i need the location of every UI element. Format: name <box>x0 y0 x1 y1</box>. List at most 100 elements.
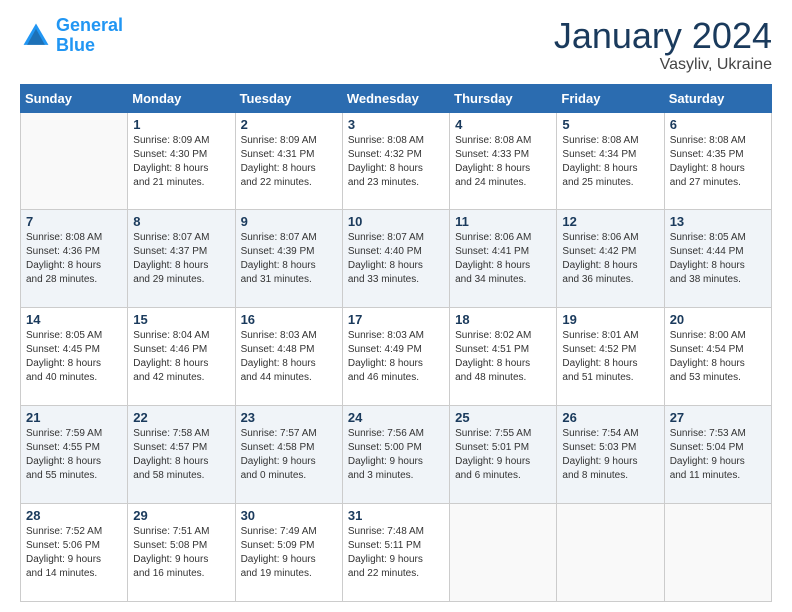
main-title: January 2024 <box>554 16 772 56</box>
calendar-cell: 22Sunrise: 7:58 AM Sunset: 4:57 PM Dayli… <box>128 406 235 504</box>
calendar-cell: 20 Sunrise: 8:00 AM Sunset: 4:54 PM Dayli… <box>664 308 771 406</box>
logo-text: General Blue <box>56 16 123 56</box>
day-number: 7 <box>26 214 122 229</box>
subtitle: Vasyliv, Ukraine <box>554 56 772 74</box>
day-info: Sunrise: 8:02 AM Sunset: 4:51 PM Dayligh… <box>455 329 551 385</box>
logo-icon <box>20 20 52 52</box>
day-info: Sunrise: 7:51 AM Sunset: 5:08 PM Dayligh… <box>133 525 229 581</box>
day-info: Sunrise: 8:08 AM Sunset: 4:34 PM Dayligh… <box>562 134 658 190</box>
col-tuesday: Tuesday <box>235 84 342 112</box>
day-info: Sunrise: 7:59 AM Sunset: 4:55 PM Dayligh… <box>26 427 122 483</box>
col-saturday: Saturday <box>664 84 771 112</box>
calendar-cell: 4Sunrise: 8:08 AM Sunset: 4:33 PM Daylig… <box>450 112 557 210</box>
day-number: 1 <box>133 117 229 132</box>
calendar-cell: 2 Sunrise: 8:09 AM Sunset: 4:31 PM Daylig… <box>235 112 342 210</box>
calendar-cell: 31 Sunrise: 7:48 AM Sunset: 5:11 PM Dayli… <box>342 504 449 602</box>
calendar-cell <box>21 112 128 210</box>
day-number: 18 <box>455 312 551 327</box>
calendar-cell: 11 Sunrise: 8:06 AM Sunset: 4:41 PM Dayli… <box>450 210 557 308</box>
day-number: 11 <box>455 214 551 229</box>
calendar-cell: 25 Sunrise: 7:55 AM Sunset: 5:01 PM Dayli… <box>450 406 557 504</box>
day-number: 19 <box>562 312 658 327</box>
day-info: Sunrise: 7:57 AM Sunset: 4:58 PM Dayligh… <box>241 427 337 483</box>
day-info: Sunrise: 8:07 AM Sunset: 4:37 PM Dayligh… <box>133 231 229 287</box>
day-number: 31 <box>348 508 444 523</box>
col-sunday: Sunday <box>21 84 128 112</box>
col-wednesday: Wednesday <box>342 84 449 112</box>
day-number: 25 <box>455 410 551 425</box>
day-info: Sunrise: 8:04 AM Sunset: 4:46 PM Dayligh… <box>133 329 229 385</box>
logo: General Blue <box>20 16 123 56</box>
calendar-cell <box>557 504 664 602</box>
day-info: Sunrise: 8:07 AM Sunset: 4:40 PM Dayligh… <box>348 231 444 287</box>
week-row-3: 14 Sunrise: 8:05 AM Sunset: 4:45 PM Dayli… <box>21 308 772 406</box>
day-number: 23 <box>241 410 337 425</box>
calendar-cell: 6Sunrise: 8:08 AM Sunset: 4:35 PM Daylig… <box>664 112 771 210</box>
day-info: Sunrise: 8:05 AM Sunset: 4:45 PM Dayligh… <box>26 329 122 385</box>
day-number: 22 <box>133 410 229 425</box>
day-number: 2 <box>241 117 337 132</box>
col-friday: Friday <box>557 84 664 112</box>
day-info: Sunrise: 7:49 AM Sunset: 5:09 PM Dayligh… <box>241 525 337 581</box>
day-info: Sunrise: 7:48 AM Sunset: 5:11 PM Dayligh… <box>348 525 444 581</box>
day-number: 5 <box>562 117 658 132</box>
calendar-cell: 3 Sunrise: 8:08 AM Sunset: 4:32 PM Daylig… <box>342 112 449 210</box>
day-number: 3 <box>348 117 444 132</box>
day-info: Sunrise: 8:00 AM Sunset: 4:54 PM Dayligh… <box>670 329 766 385</box>
day-info: Sunrise: 8:08 AM Sunset: 4:36 PM Dayligh… <box>26 231 122 287</box>
day-info: Sunrise: 8:06 AM Sunset: 4:41 PM Dayligh… <box>455 231 551 287</box>
logo-line2: Blue <box>56 35 95 55</box>
calendar-cell: 29 Sunrise: 7:51 AM Sunset: 5:08 PM Dayli… <box>128 504 235 602</box>
week-row-2: 7 Sunrise: 8:08 AM Sunset: 4:36 PM Daylig… <box>21 210 772 308</box>
week-row-1: 1 Sunrise: 8:09 AM Sunset: 4:30 PM Daylig… <box>21 112 772 210</box>
title-block: January 2024 Vasyliv, Ukraine <box>554 16 772 74</box>
day-info: Sunrise: 8:09 AM Sunset: 4:30 PM Dayligh… <box>133 134 229 190</box>
day-info: Sunrise: 8:05 AM Sunset: 4:44 PM Dayligh… <box>670 231 766 287</box>
day-info: Sunrise: 7:53 AM Sunset: 5:04 PM Dayligh… <box>670 427 766 483</box>
day-info: Sunrise: 7:52 AM Sunset: 5:06 PM Dayligh… <box>26 525 122 581</box>
day-info: Sunrise: 8:08 AM Sunset: 4:35 PM Dayligh… <box>670 134 766 190</box>
day-info: Sunrise: 8:01 AM Sunset: 4:52 PM Dayligh… <box>562 329 658 385</box>
day-number: 28 <box>26 508 122 523</box>
calendar-cell: 5 Sunrise: 8:08 AM Sunset: 4:34 PM Daylig… <box>557 112 664 210</box>
calendar-cell: 12 Sunrise: 8:06 AM Sunset: 4:42 PM Dayli… <box>557 210 664 308</box>
day-number: 29 <box>133 508 229 523</box>
day-number: 13 <box>670 214 766 229</box>
day-info: Sunrise: 8:08 AM Sunset: 4:32 PM Dayligh… <box>348 134 444 190</box>
day-number: 26 <box>562 410 658 425</box>
calendar-header: Sunday Monday Tuesday Wednesday Thursday… <box>21 84 772 112</box>
calendar-cell: 8 Sunrise: 8:07 AM Sunset: 4:37 PM Daylig… <box>128 210 235 308</box>
day-number: 14 <box>26 312 122 327</box>
page: General Blue January 2024 Vasyliv, Ukrai… <box>0 0 792 612</box>
calendar-cell: 30 Sunrise: 7:49 AM Sunset: 5:09 PM Dayli… <box>235 504 342 602</box>
calendar-cell: 13 Sunrise: 8:05 AM Sunset: 4:44 PM Dayli… <box>664 210 771 308</box>
day-number: 27 <box>670 410 766 425</box>
day-number: 16 <box>241 312 337 327</box>
day-number: 15 <box>133 312 229 327</box>
day-number: 30 <box>241 508 337 523</box>
calendar-cell: 15 Sunrise: 8:04 AM Sunset: 4:46 PM Dayli… <box>128 308 235 406</box>
calendar-cell: 21 Sunrise: 7:59 AM Sunset: 4:55 PM Dayli… <box>21 406 128 504</box>
day-number: 9 <box>241 214 337 229</box>
calendar-cell: 27 Sunrise: 7:53 AM Sunset: 5:04 PM Dayli… <box>664 406 771 504</box>
calendar-cell <box>450 504 557 602</box>
day-number: 21 <box>26 410 122 425</box>
day-info: Sunrise: 8:03 AM Sunset: 4:49 PM Dayligh… <box>348 329 444 385</box>
day-info: Sunrise: 8:06 AM Sunset: 4:42 PM Dayligh… <box>562 231 658 287</box>
day-info: Sunrise: 7:54 AM Sunset: 5:03 PM Dayligh… <box>562 427 658 483</box>
day-number: 8 <box>133 214 229 229</box>
header-row: Sunday Monday Tuesday Wednesday Thursday… <box>21 84 772 112</box>
week-row-5: 28 Sunrise: 7:52 AM Sunset: 5:06 PM Dayli… <box>21 504 772 602</box>
calendar-cell: 14 Sunrise: 8:05 AM Sunset: 4:45 PM Dayli… <box>21 308 128 406</box>
day-info: Sunrise: 8:09 AM Sunset: 4:31 PM Dayligh… <box>241 134 337 190</box>
calendar-cell <box>664 504 771 602</box>
calendar-cell: 19 Sunrise: 8:01 AM Sunset: 4:52 PM Dayli… <box>557 308 664 406</box>
day-number: 20 <box>670 312 766 327</box>
col-thursday: Thursday <box>450 84 557 112</box>
calendar-cell: 24Sunrise: 7:56 AM Sunset: 5:00 PM Dayli… <box>342 406 449 504</box>
calendar-cell: 7 Sunrise: 8:08 AM Sunset: 4:36 PM Daylig… <box>21 210 128 308</box>
calendar-cell: 10Sunrise: 8:07 AM Sunset: 4:40 PM Dayli… <box>342 210 449 308</box>
day-number: 12 <box>562 214 658 229</box>
day-info: Sunrise: 7:55 AM Sunset: 5:01 PM Dayligh… <box>455 427 551 483</box>
day-info: Sunrise: 7:56 AM Sunset: 5:00 PM Dayligh… <box>348 427 444 483</box>
